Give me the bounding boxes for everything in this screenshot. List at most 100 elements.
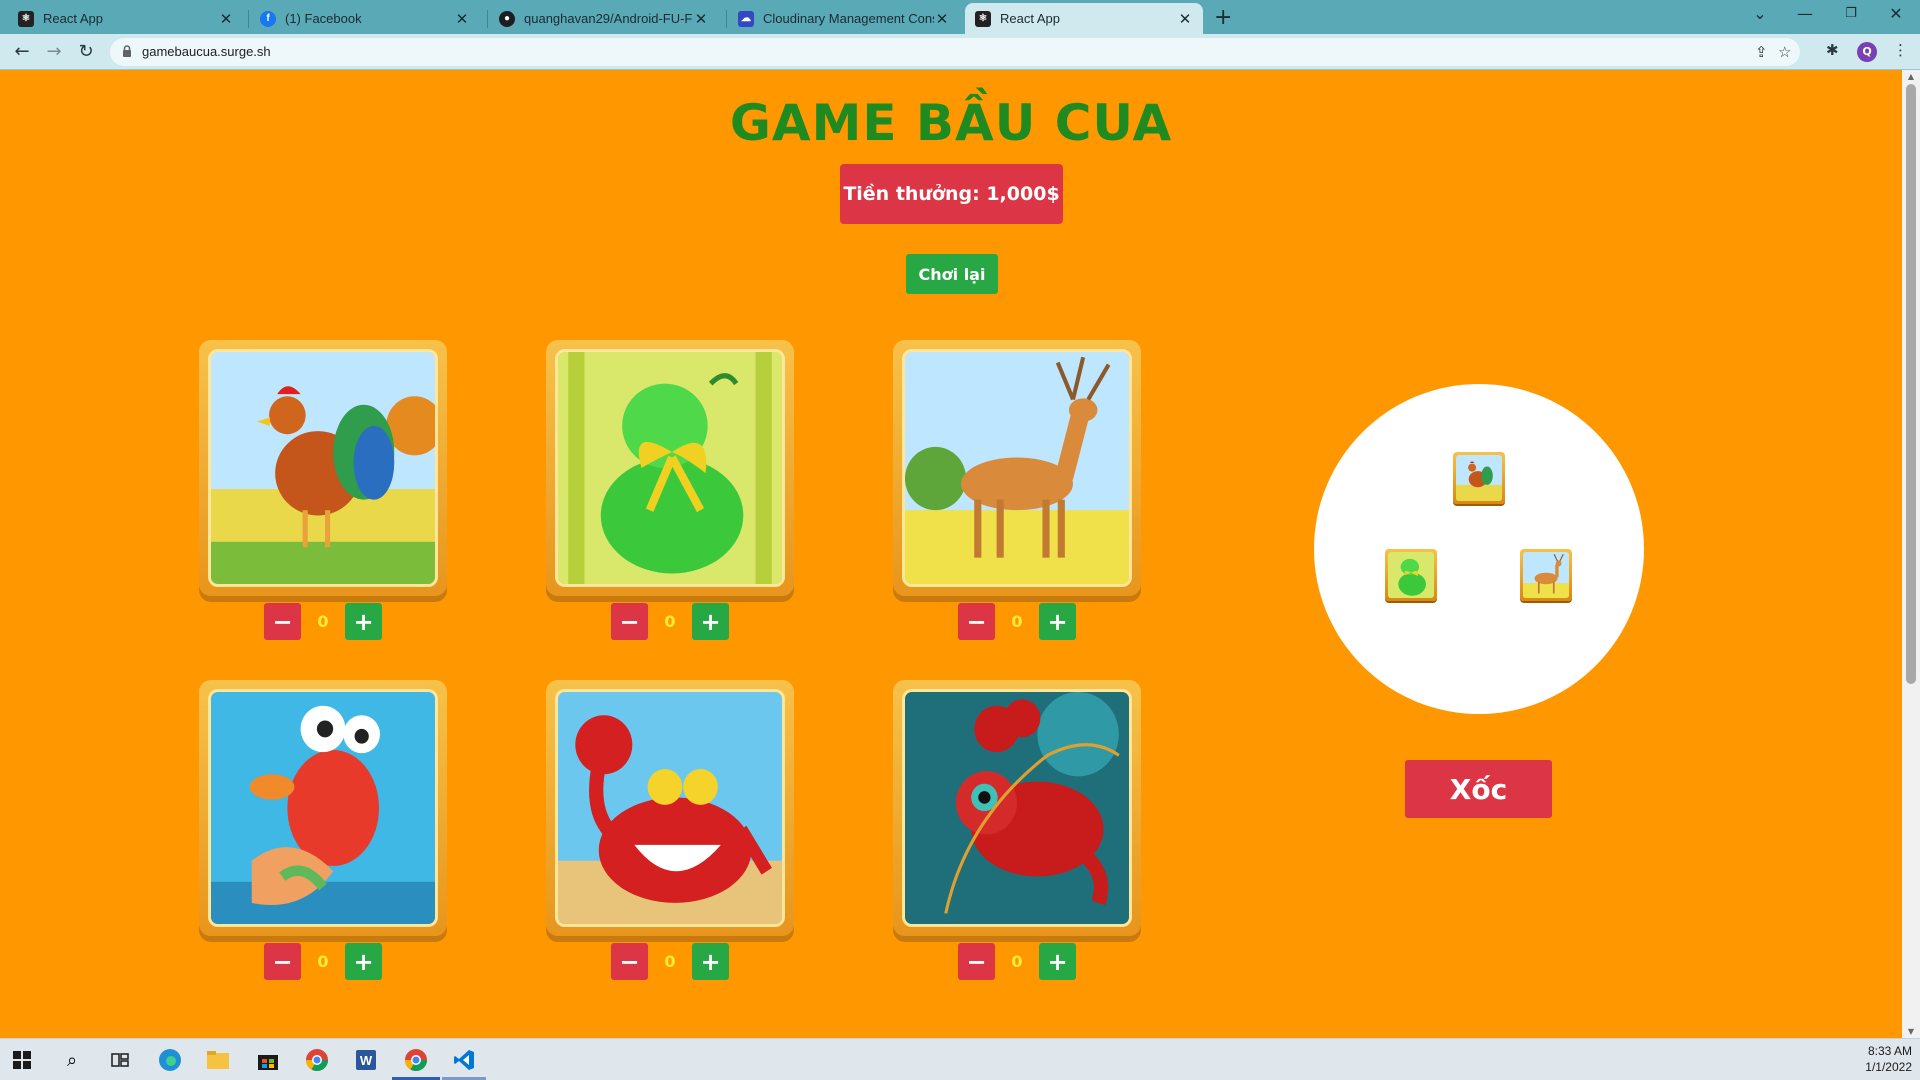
close-tab-icon[interactable]: ✕ [454, 10, 470, 28]
bet-control-shrimp: − 0 + [958, 943, 1076, 980]
bet-control-deer: − 0 + [958, 603, 1076, 640]
prize-badge: Tiền thưởng: 1,000$ [840, 164, 1063, 224]
deer-image [902, 349, 1132, 587]
bet-value: 0 [664, 612, 676, 631]
new-tab-plus-icon[interactable]: + [1214, 5, 1232, 30]
die-gourd [1385, 549, 1437, 601]
bet-value: 0 [1011, 952, 1023, 971]
windows-start-icon[interactable] [8, 1046, 36, 1074]
rooster-card[interactable] [199, 340, 447, 596]
profile-avatar[interactable]: Q [1857, 42, 1877, 62]
task-view-icon[interactable] [106, 1046, 134, 1074]
rooster-image [208, 349, 438, 587]
facebook-icon: f [260, 10, 276, 27]
increase-bet-button[interactable]: + [345, 943, 382, 980]
minimize-icon[interactable]: — [1790, 4, 1820, 23]
close-tab-icon[interactable]: ✕ [934, 10, 950, 28]
react-icon: ⚛ [975, 10, 991, 27]
replay-button[interactable]: Chơi lại [906, 254, 998, 294]
browser-tab[interactable]: f (1) Facebook ✕ [250, 3, 480, 34]
page-scrollbar[interactable]: ▲ ▼ [1902, 70, 1920, 1038]
close-tab-icon[interactable]: ✕ [1177, 10, 1193, 28]
shake-button[interactable]: Xốc [1405, 760, 1552, 818]
forward-arrow-icon[interactable]: → [42, 40, 66, 64]
decrease-bet-button[interactable]: − [611, 603, 648, 640]
bet-value: 0 [664, 952, 676, 971]
svg-text:W: W [360, 1053, 373, 1068]
browser-address-bar: ← → ↻ gamebaucua.surge.sh ⇪ ☆ ✱ Q ⋮ [0, 34, 1920, 70]
bet-value: 0 [317, 952, 329, 971]
browser-tab-bar: ⚛ React App ✕ f (1) Facebook ✕ ● quangha… [0, 0, 1920, 34]
decrease-bet-button[interactable]: − [264, 943, 301, 980]
close-window-icon[interactable]: ✕ [1881, 4, 1911, 23]
clock-date: 1/1/2022 [1865, 1060, 1912, 1074]
gourd-image [555, 349, 785, 587]
bet-value: 0 [317, 612, 329, 631]
lock-icon [123, 45, 131, 57]
restore-icon[interactable]: ❐ [1836, 6, 1866, 21]
gourd-card[interactable] [546, 340, 794, 596]
increase-bet-button[interactable]: + [1039, 603, 1076, 640]
shrimp-card[interactable] [893, 680, 1141, 936]
decrease-bet-button[interactable]: − [264, 603, 301, 640]
react-icon: ⚛ [18, 10, 34, 27]
scroll-down-icon[interactable]: ▼ [1906, 1027, 1916, 1036]
dice-plate [1314, 384, 1644, 714]
die-deer [1520, 549, 1572, 601]
rooster-icon [1456, 455, 1502, 501]
windows-taskbar: ⌕ W 8:33 AM 1/1/2022 [0, 1038, 1920, 1080]
store-icon[interactable] [254, 1046, 282, 1074]
edge-browser-icon[interactable] [156, 1046, 184, 1074]
tab-separator [248, 10, 249, 28]
page-title: GAME BẦU CUA [729, 94, 1173, 152]
chrome-profile-icon[interactable] [402, 1046, 430, 1074]
browser-tab[interactable]: ☁ Cloudinary Management Console ✕ [728, 3, 960, 34]
taskbar-clock[interactable]: 8:33 AM 1/1/2022 [1865, 1043, 1912, 1075]
crab-image [555, 689, 785, 927]
bet-control-rooster: − 0 + [264, 603, 382, 640]
extensions-puzzle-icon[interactable]: ✱ [1826, 41, 1839, 59]
chrome-icon[interactable] [303, 1046, 331, 1074]
search-icon[interactable]: ⌕ [58, 1046, 86, 1074]
back-arrow-icon[interactable]: ← [10, 40, 34, 64]
gourd-icon [1388, 552, 1434, 598]
fish-image [208, 689, 438, 927]
deer-card[interactable] [893, 340, 1141, 596]
bookmark-star-icon[interactable]: ☆ [1778, 43, 1791, 61]
shrimp-image [902, 689, 1132, 927]
reload-icon[interactable]: ↻ [74, 40, 98, 64]
die-rooster [1453, 452, 1505, 504]
scroll-up-icon[interactable]: ▲ [1906, 72, 1916, 81]
vscode-icon[interactable] [450, 1046, 478, 1074]
menu-kebab-icon[interactable]: ⋮ [1893, 41, 1908, 59]
browser-tab[interactable]: ● quanghavan29/Android-FU-Food ✕ [489, 3, 719, 34]
close-tab-icon[interactable]: ✕ [693, 10, 709, 28]
browser-tab[interactable]: ⚛ React App ✕ [8, 3, 244, 34]
increase-bet-button[interactable]: + [692, 943, 729, 980]
increase-bet-button[interactable]: + [345, 603, 382, 640]
word-icon[interactable]: W [352, 1046, 380, 1074]
bet-control-fish: − 0 + [264, 943, 382, 980]
file-explorer-icon[interactable] [204, 1046, 232, 1074]
increase-bet-button[interactable]: + [692, 603, 729, 640]
browser-tab-active[interactable]: ⚛ React App ✕ [965, 3, 1203, 34]
github-icon: ● [499, 10, 515, 27]
decrease-bet-button[interactable]: − [958, 943, 995, 980]
url-bar[interactable]: gamebaucua.surge.sh ⇪ ☆ [110, 38, 1800, 66]
decrease-bet-button[interactable]: − [958, 603, 995, 640]
game-page: GAME BẦU CUA Tiền thưởng: 1,000$ Chơi lạ… [0, 70, 1902, 1038]
fish-card[interactable] [199, 680, 447, 936]
bet-control-crab: − 0 + [611, 943, 729, 980]
cloudinary-icon: ☁ [738, 10, 754, 27]
decrease-bet-button[interactable]: − [611, 943, 648, 980]
bet-control-gourd: − 0 + [611, 603, 729, 640]
increase-bet-button[interactable]: + [1039, 943, 1076, 980]
tab-separator [726, 10, 727, 28]
crab-card[interactable] [546, 680, 794, 936]
bet-value: 0 [1011, 612, 1023, 631]
scrollbar-thumb[interactable] [1906, 84, 1916, 684]
close-tab-icon[interactable]: ✕ [218, 10, 234, 28]
tab-search-chevron-icon[interactable]: ⌄ [1745, 4, 1775, 23]
share-icon[interactable]: ⇪ [1755, 43, 1768, 61]
deer-icon [1523, 552, 1569, 598]
